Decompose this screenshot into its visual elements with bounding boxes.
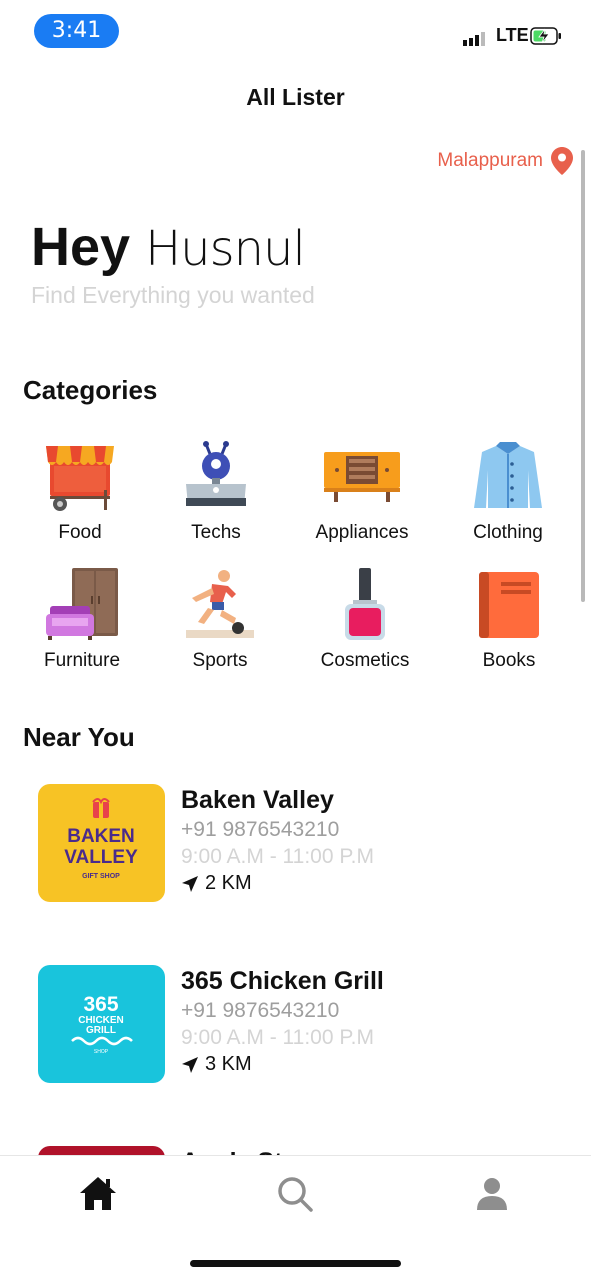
logo-line1: 365 <box>83 993 118 1016</box>
logo-tag: GIFT SHOP <box>82 873 120 880</box>
shirt-icon <box>474 442 542 508</box>
location-selector[interactable]: Malappuram <box>437 147 573 175</box>
home-icon[interactable] <box>78 1174 118 1214</box>
sofa-wardrobe-icon <box>46 568 118 640</box>
category-label: Cosmetics <box>320 650 410 671</box>
profile-icon[interactable] <box>472 1174 512 1214</box>
nail-polish-icon <box>345 568 385 640</box>
place-info: Baken Valley +91 9876543210 9:00 A.M - 1… <box>181 784 374 897</box>
place-phone[interactable]: +91 9876543210 <box>181 816 374 843</box>
tv-icon <box>186 441 246 506</box>
cabinet-icon <box>324 452 400 502</box>
navigation-arrow-icon <box>182 875 198 892</box>
book-icon <box>479 572 539 638</box>
logo-line1: BAKEN <box>67 826 135 847</box>
logo-line3: GRILL <box>86 1025 116 1036</box>
category-label: Food <box>58 522 102 543</box>
greeting-name: Husnul <box>145 221 306 277</box>
place-hours: 9:00 A.M - 11:00 P.M <box>181 845 374 868</box>
category-label: Techs <box>191 522 241 543</box>
category-furniture[interactable]: Furniture <box>16 568 148 672</box>
category-label: Clothing <box>473 522 543 543</box>
scrollbar[interactable] <box>581 150 585 602</box>
place-name: 365 Chicken Grill <box>181 967 384 995</box>
signal-strength-icon <box>463 28 485 46</box>
battery-icon <box>530 27 561 45</box>
category-food[interactable]: Food <box>14 440 146 544</box>
place-name: Baken Valley <box>181 786 334 814</box>
place-distance: 3 KM <box>181 1051 384 1078</box>
football-player-icon <box>186 570 254 638</box>
category-techs[interactable]: Techs <box>150 440 282 544</box>
baken-valley-logo: BAKEN VALLEY GIFT SHOP <box>38 784 165 902</box>
greeting-heading: Hey Husnul <box>31 212 306 284</box>
category-sports[interactable]: Sports <box>154 568 286 672</box>
app-title: All Lister <box>246 84 345 110</box>
distance-value: 2 KM <box>205 872 252 894</box>
category-appliances[interactable]: Appliances <box>296 440 428 544</box>
search-icon[interactable] <box>275 1174 315 1214</box>
greeting-hey: Hey <box>31 217 131 277</box>
status-time: 3:41 <box>34 14 119 48</box>
food-stall-icon <box>46 446 114 511</box>
status-bar: 3:41 LTE <box>0 0 591 64</box>
category-label: Sports <box>192 650 248 671</box>
category-books[interactable]: Books <box>443 568 575 672</box>
navigation-arrow-icon <box>182 1056 198 1073</box>
category-cosmetics[interactable]: Cosmetics <box>299 568 431 672</box>
categories-title: Categories <box>23 375 158 405</box>
place-distance: 2 KM <box>181 870 374 897</box>
logo-tag: SHOP <box>94 1049 109 1055</box>
logo-line2: VALLEY <box>64 847 138 868</box>
place-hours: 9:00 A.M - 11:00 P.M <box>181 1026 374 1049</box>
category-label: Books <box>482 650 536 671</box>
network-type: LTE <box>496 25 529 45</box>
home-indicator <box>190 1260 401 1267</box>
location-pin-icon <box>551 147 573 175</box>
category-label: Furniture <box>43 650 121 671</box>
chicken-grill-logo: 365 CHICKEN GRILL SHOP <box>38 965 165 1083</box>
place-card-baken-valley[interactable]: BAKEN VALLEY GIFT SHOP Baken Valley +91 … <box>38 784 558 904</box>
greeting-subtitle: Find Everything you wanted <box>31 282 315 308</box>
place-info: 365 Chicken Grill +91 9876543210 9:00 A.… <box>181 965 384 1078</box>
location-label: Malappuram <box>437 150 543 171</box>
distance-value: 3 KM <box>205 1053 252 1075</box>
place-card-365-chicken-grill[interactable]: 365 CHICKEN GRILL SHOP 365 Chicken Grill… <box>38 965 558 1085</box>
near-you-title: Near You <box>23 722 135 752</box>
place-phone[interactable]: +91 9876543210 <box>181 997 384 1024</box>
category-clothing[interactable]: Clothing <box>442 440 574 544</box>
category-label: Appliances <box>315 522 409 543</box>
